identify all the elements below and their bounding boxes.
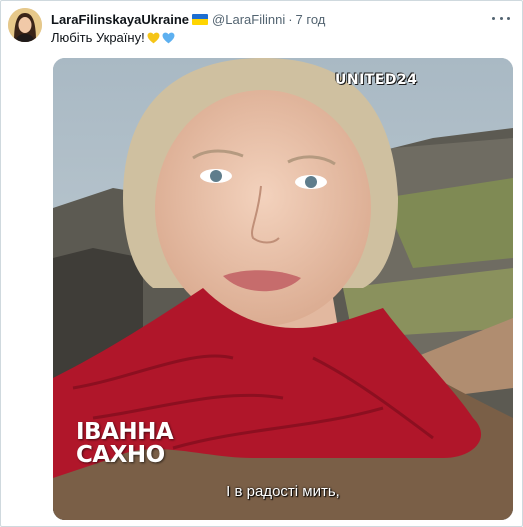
avatar-image bbox=[8, 8, 42, 42]
video-media[interactable]: UNITED24 ІВАННА САХНО І в радості мить, bbox=[53, 58, 513, 520]
tweet-text-content: Любіть Україну! bbox=[51, 30, 145, 45]
overlay-name-line2: САХНО bbox=[76, 442, 165, 468]
separator: · bbox=[288, 11, 293, 27]
user-handle[interactable]: @LaraFilinni bbox=[212, 12, 285, 27]
more-dots-icon[interactable] bbox=[492, 11, 510, 25]
avatar[interactable] bbox=[8, 8, 42, 42]
tweet-card[interactable]: LaraFilinskayaUkraine @LaraFilinni · 7 г… bbox=[0, 0, 523, 527]
ukraine-flag-icon bbox=[192, 13, 209, 25]
tweet-header: LaraFilinskayaUkraine @LaraFilinni · 7 г… bbox=[51, 10, 482, 28]
yellow-heart-icon bbox=[147, 32, 160, 43]
timestamp[interactable]: 7 год bbox=[296, 12, 326, 27]
blue-heart-icon bbox=[162, 32, 175, 43]
overlay-name: ІВАННА САХНО bbox=[76, 419, 174, 468]
brand-label: UNITED24 bbox=[335, 72, 418, 88]
overlay-name-line1: ІВАННА bbox=[76, 419, 174, 445]
tweet-text: Любіть Україну! bbox=[51, 30, 175, 45]
video-subtitle: І в радості мить, bbox=[226, 483, 340, 500]
display-name[interactable]: LaraFilinskayaUkraine bbox=[51, 12, 189, 27]
